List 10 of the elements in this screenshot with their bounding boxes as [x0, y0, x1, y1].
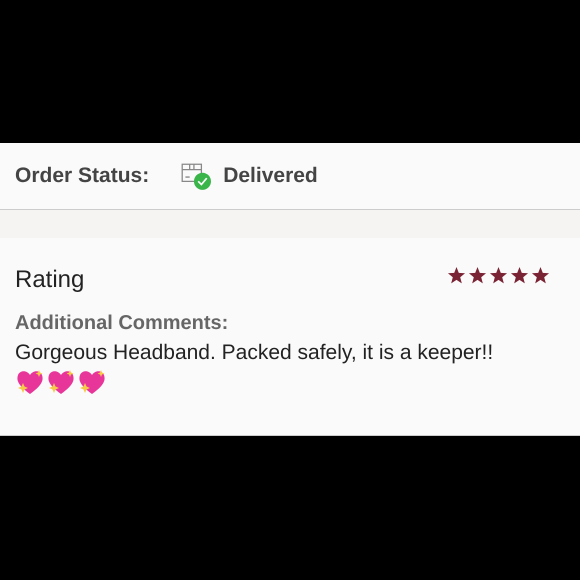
- star-icon: [447, 266, 466, 285]
- star-icon: [510, 266, 529, 285]
- star-icon: [468, 266, 487, 285]
- status-text: Delivered: [223, 164, 318, 188]
- order-status-label: Order Status:: [15, 164, 150, 188]
- star-icon: [531, 266, 550, 285]
- rating-title: Rating: [15, 266, 84, 294]
- star-icon: [489, 266, 508, 285]
- comment-text: Gorgeous Headband. Packed safely, it is a keeper!!: [15, 341, 494, 365]
- comments-label: Additional Comments:: [15, 312, 230, 335]
